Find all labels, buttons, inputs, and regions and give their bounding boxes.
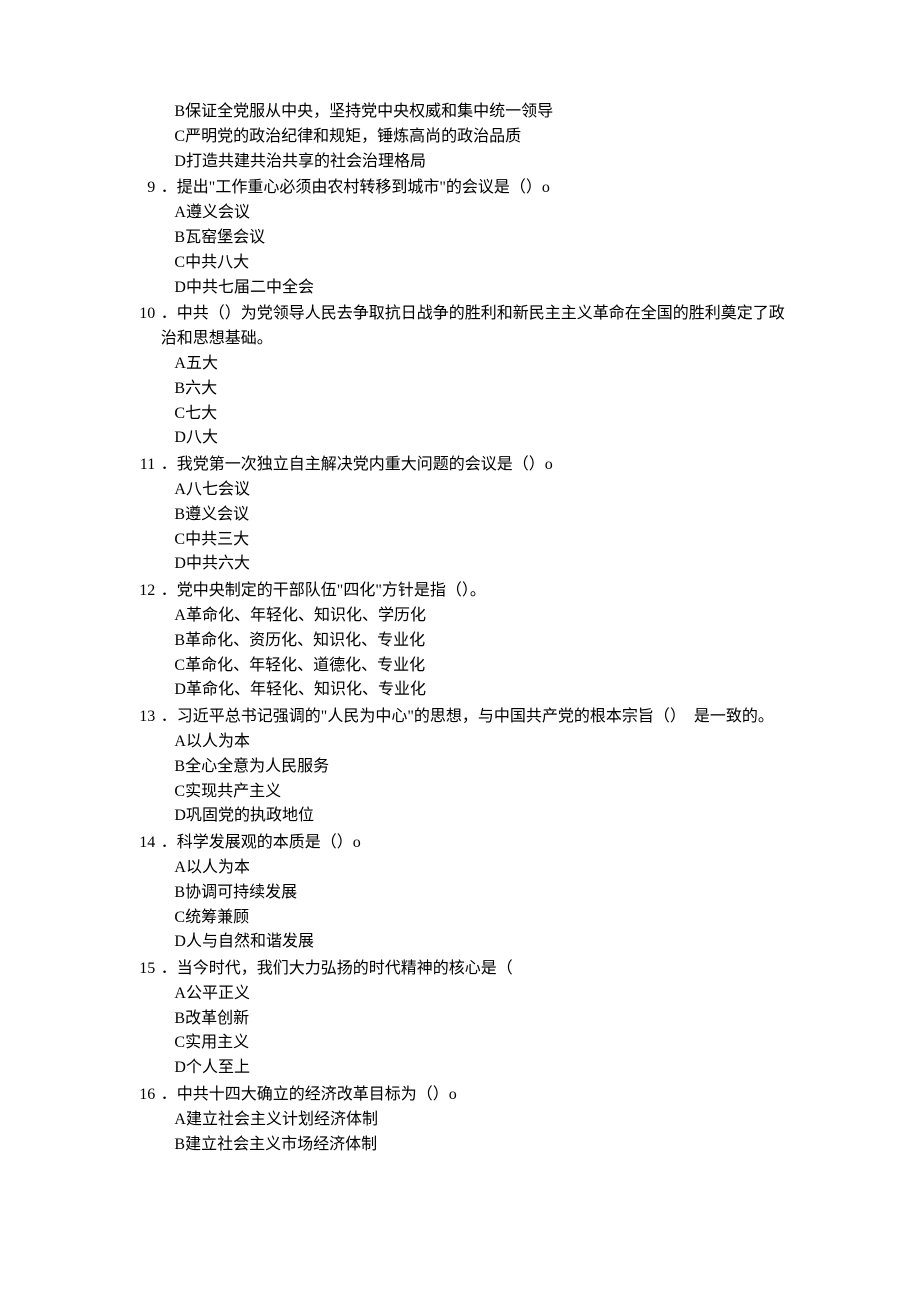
orphan-options-block: B保证全党服从中央，坚持党中央权威和集中统一领导 C严明党的政治纪律和规矩，锤炼… xyxy=(120,100,800,174)
option-text: D中共六大 xyxy=(174,552,800,577)
question-stem-text: ．我党第一次独立自主解决党内重大问题的会议是（）o xyxy=(161,453,800,478)
question-number: 15 xyxy=(120,957,161,982)
option-text: B改革创新 xyxy=(174,1007,800,1032)
question-number: 11 xyxy=(120,453,161,478)
option-text: B全心全意为人民服务 xyxy=(174,755,800,780)
option-text: B协调可持续发展 xyxy=(174,881,800,906)
question-stem: 12．党中央制定的干部队伍"四化"方针是指（）。 xyxy=(120,579,800,604)
question-block: 9．提出"工作重心必须由农村转移到城市"的会议是（）oA遵义会议B瓦窑堡会议C中… xyxy=(120,176,800,300)
option-text: C统筹兼顾 xyxy=(174,906,800,931)
option-text: A以人为本 xyxy=(174,856,800,881)
question-stem: 14．科学发展观的本质是（）o xyxy=(120,831,800,856)
question-number: 14 xyxy=(120,831,161,856)
question-number: 16 xyxy=(120,1083,161,1108)
question-stem: 9．提出"工作重心必须由农村转移到城市"的会议是（）o xyxy=(120,176,800,201)
option-text: B瓦窑堡会议 xyxy=(174,226,800,251)
options-list: A建立社会主义计划经济体制B建立社会主义市场经济体制 xyxy=(120,1108,800,1158)
question-number: 10 xyxy=(120,302,161,327)
option-text: C实用主义 xyxy=(174,1031,800,1056)
question-stem: 11．我党第一次独立自主解决党内重大问题的会议是（）o xyxy=(120,453,800,478)
option-text: D人与自然和谐发展 xyxy=(174,930,800,955)
question-block: 15．当今时代，我们大力弘扬的时代精神的核心是（A公平正义B改革创新C实用主义D… xyxy=(120,957,800,1081)
question-stem: 13．习近平总书记强调的"人民为中心"的思想，与中国共产党的根本宗旨（） 是一致… xyxy=(120,705,800,730)
options-list: A以人为本B协调可持续发展C统筹兼顾D人与自然和谐发展 xyxy=(120,856,800,955)
question-stem: 15．当今时代，我们大力弘扬的时代精神的核心是（ xyxy=(120,957,800,982)
question-stem-text: ．中共十四大确立的经济改革目标为（）o xyxy=(161,1083,800,1108)
options-list: A八七会议B遵义会议C中共三大D中共六大 xyxy=(120,478,800,577)
option-text: A公平正义 xyxy=(174,982,800,1007)
options-list: A公平正义B改革创新C实用主义D个人至上 xyxy=(120,982,800,1081)
question-stem-text: ．当今时代，我们大力弘扬的时代精神的核心是（ xyxy=(161,957,800,982)
option-text: A革命化、年轻化、知识化、学历化 xyxy=(174,604,800,629)
option-text: C实现共产主义 xyxy=(174,780,800,805)
question-stem-text: ．中共（）为党领导人民去争取抗日战争的胜利和新民主主义革命在全国的胜利奠定了政治… xyxy=(161,302,800,352)
question-number: 13 xyxy=(120,705,161,730)
question-block: 10．中共（）为党领导人民去争取抗日战争的胜利和新民主主义革命在全国的胜利奠定了… xyxy=(120,302,800,451)
question-number: 12 xyxy=(120,579,161,604)
option-text: C中共八大 xyxy=(174,251,800,276)
question-block: 11．我党第一次独立自主解决党内重大问题的会议是（）oA八七会议B遵义会议C中共… xyxy=(120,453,800,577)
question-block: 12．党中央制定的干部队伍"四化"方针是指（）。A革命化、年轻化、知识化、学历化… xyxy=(120,579,800,703)
question-stem-text: ．提出"工作重心必须由农村转移到城市"的会议是（）o xyxy=(161,176,800,201)
option-text: C严明党的政治纪律和规矩，锤炼高尚的政治品质 xyxy=(174,125,800,150)
option-text: A建立社会主义计划经济体制 xyxy=(174,1108,800,1133)
options-list: A革命化、年轻化、知识化、学历化B革命化、资历化、知识化、专业化C革命化、年轻化… xyxy=(120,604,800,703)
question-stem-text: ．习近平总书记强调的"人民为中心"的思想，与中国共产党的根本宗旨（） 是一致的。 xyxy=(161,705,800,730)
option-text: D巩固党的执政地位 xyxy=(174,804,800,829)
option-text: D打造共建共治共享的社会治理格局 xyxy=(174,150,800,175)
option-text: C七大 xyxy=(174,402,800,427)
option-text: B保证全党服从中央，坚持党中央权威和集中统一领导 xyxy=(174,100,800,125)
options-list: A五大B六大C七大D八大 xyxy=(120,352,800,451)
option-text: B革命化、资历化、知识化、专业化 xyxy=(174,629,800,654)
question-stem-text: ．党中央制定的干部队伍"四化"方针是指（）。 xyxy=(161,579,800,604)
option-text: D个人至上 xyxy=(174,1056,800,1081)
option-text: A八七会议 xyxy=(174,478,800,503)
question-block: 13．习近平总书记强调的"人民为中心"的思想，与中国共产党的根本宗旨（） 是一致… xyxy=(120,705,800,829)
question-number: 9 xyxy=(120,176,161,201)
question-stem: 10．中共（）为党领导人民去争取抗日战争的胜利和新民主主义革命在全国的胜利奠定了… xyxy=(120,302,800,352)
question-stem-text: ．科学发展观的本质是（）o xyxy=(161,831,800,856)
option-text: A以人为本 xyxy=(174,730,800,755)
options-list: A以人为本B全心全意为人民服务C实现共产主义D巩固党的执政地位 xyxy=(120,730,800,829)
option-text: D革命化、年轻化、知识化、专业化 xyxy=(174,678,800,703)
question-block: 16．中共十四大确立的经济改革目标为（）oA建立社会主义计划经济体制B建立社会主… xyxy=(120,1083,800,1157)
option-text: A遵义会议 xyxy=(174,201,800,226)
option-text: D八大 xyxy=(174,426,800,451)
option-text: A五大 xyxy=(174,352,800,377)
option-text: B遵义会议 xyxy=(174,503,800,528)
options-list: A遵义会议B瓦窑堡会议C中共八大D中共七届二中全会 xyxy=(120,201,800,300)
option-text: B六大 xyxy=(174,377,800,402)
option-text: B建立社会主义市场经济体制 xyxy=(174,1133,800,1158)
option-text: C中共三大 xyxy=(174,528,800,553)
question-stem: 16．中共十四大确立的经济改革目标为（）o xyxy=(120,1083,800,1108)
option-text: C革命化、年轻化、道德化、专业化 xyxy=(174,654,800,679)
option-text: D中共七届二中全会 xyxy=(174,276,800,301)
question-block: 14．科学发展观的本质是（）oA以人为本B协调可持续发展C统筹兼顾D人与自然和谐… xyxy=(120,831,800,955)
